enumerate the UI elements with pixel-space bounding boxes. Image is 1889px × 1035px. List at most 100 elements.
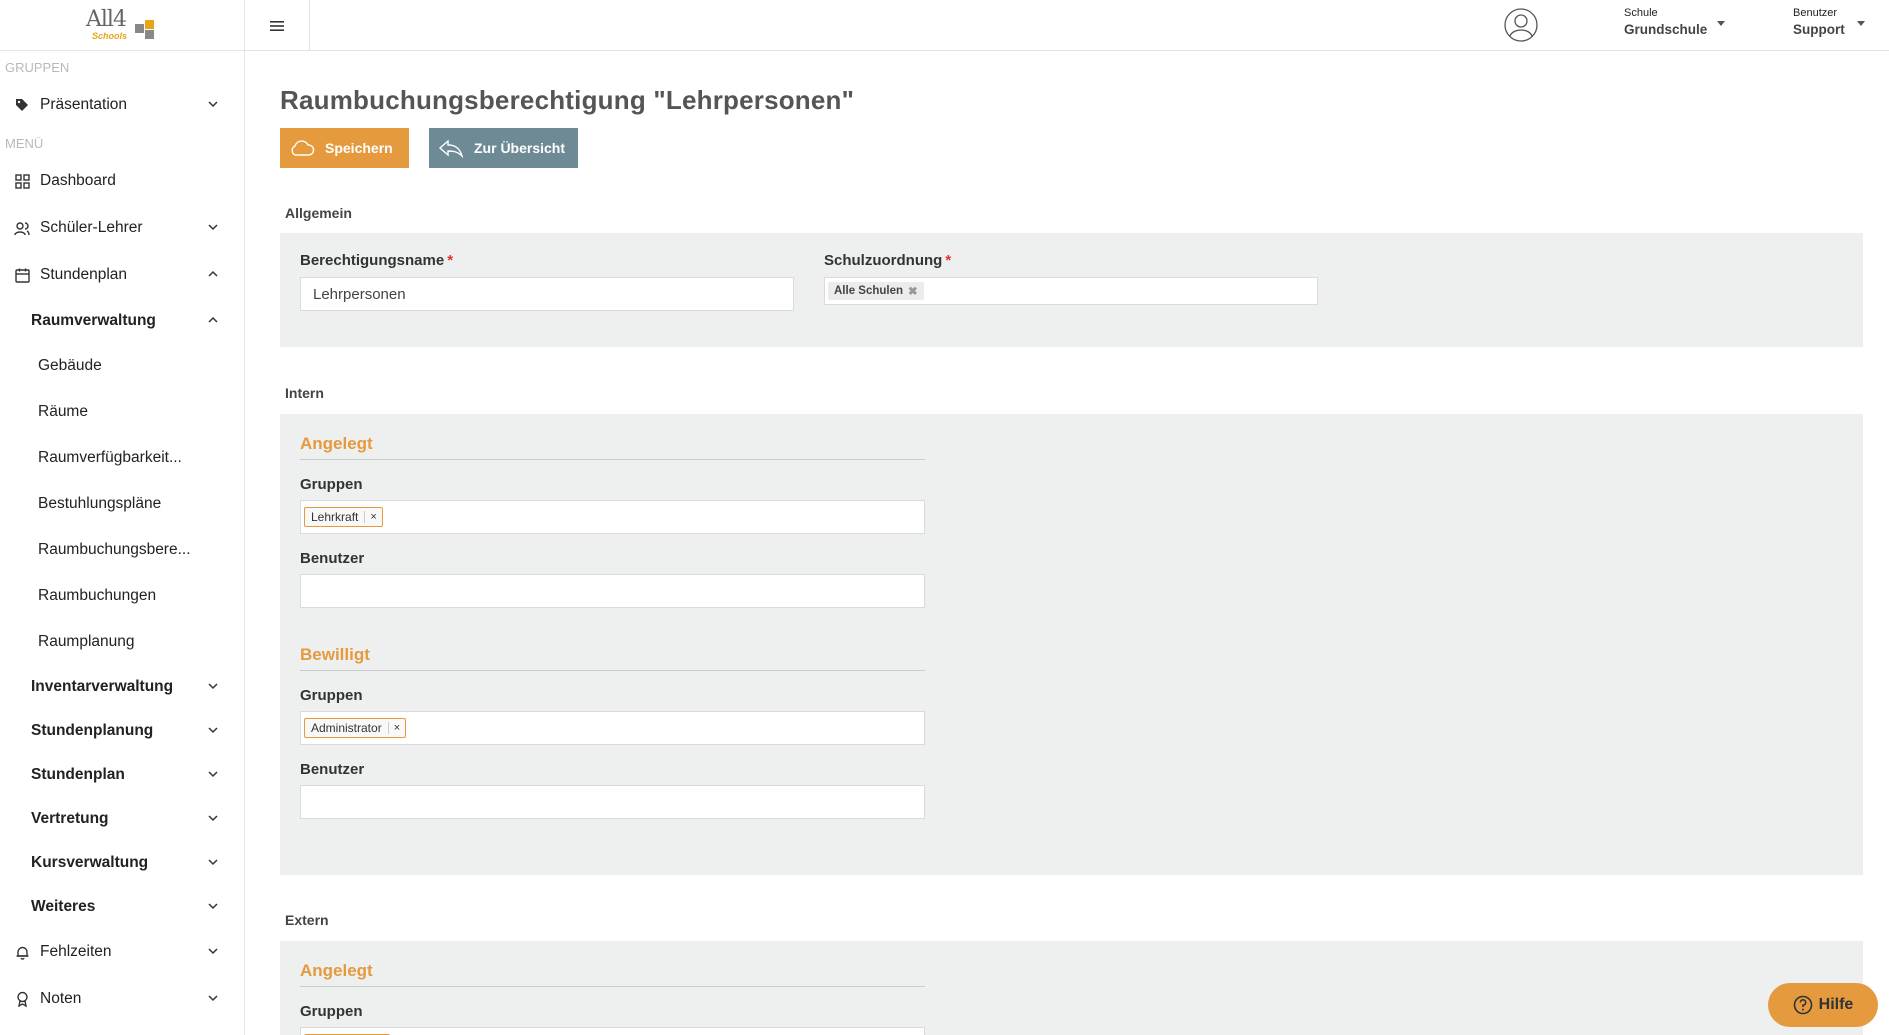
user-selector[interactable]: Benutzer Support [1793,7,1845,37]
intern-approved-groups-label: Gruppen [300,687,363,704]
sidebar-item-label: Stundenplan [40,266,128,283]
group-tag-label: Lehrkraft [311,510,359,524]
sidebar-item-label: Präsentation [40,96,128,113]
chevron-down-icon [208,948,218,955]
sidebar-item-raumverwaltung[interactable]: Raumverwaltung [0,301,245,341]
sidebar-item-vertretung[interactable]: Vertretung [0,799,245,839]
permission-name-input[interactable]: Lehrpersonen [300,277,794,311]
help-button-label: Hilfe [1818,996,1854,1013]
caret-down-icon[interactable] [1717,21,1725,26]
remove-tag-icon[interactable]: × [364,511,381,523]
sidebar-item-weiteres[interactable]: Weiteres [0,887,245,927]
intern-panel: Angelegt Gruppen Lehrkraft × Benutzer Be… [280,414,1863,875]
logo[interactable]: All4 Schools [82,5,162,45]
groups-section-label: GRUPPEN [5,60,70,75]
school-tag: Alle Schulen ✖ [828,282,924,300]
question-circle-icon [1793,995,1812,1015]
school-tag-label: Alle Schulen [834,285,904,297]
chevron-down-icon [208,771,218,778]
intern-created-users-label: Benutzer [300,550,365,567]
sidebar-item-inventarverwaltung[interactable]: Inventarverwaltung [0,667,245,707]
sidebar-item-dashboard[interactable]: Dashboard [0,161,245,201]
group-tag: Administrator × [304,718,407,738]
sidebar-item-presentation[interactable]: Präsentation [0,85,245,125]
sidebar-item-label: Inventarverwaltung [31,678,174,695]
chevron-up-icon [208,270,218,277]
section-label-intern: Intern [285,385,324,401]
help-button[interactable]: Hilfe [1768,983,1878,1027]
chevron-down-icon [208,859,218,866]
extern-created-groups-select[interactable] [300,1027,925,1035]
intern-approved-users-select[interactable] [300,785,925,819]
required-mark: * [945,252,952,269]
grid-icon [14,173,30,189]
logo-area[interactable]: All4 Schools [0,0,244,51]
remove-tag-icon[interactable]: × [387,722,405,734]
sidebar-item-label: Bestuhlungspläne [38,495,162,512]
overview-button[interactable]: Zur Übersicht [429,128,578,168]
sidebar-item-raeume[interactable]: Räume [0,392,245,432]
section-label-allgemein: Allgemein [285,205,352,221]
permission-name-value: Lehrpersonen [313,285,406,303]
sidebar-item-raumbuchungen[interactable]: Raumbuchungen [0,576,245,616]
sidebar-item-label: Raumverwaltung [31,312,156,329]
sidebar: All4 Schools GRUPPEN Präsentation MENÜ D… [0,0,245,1035]
chevron-down-icon [208,815,218,822]
extern-panel: Angelegt Gruppen [280,941,1863,1035]
calendar-icon [14,267,30,283]
sidebar-item-gebaeude[interactable]: Gebäude [0,346,245,386]
intern-approved-groups-select[interactable]: Administrator × [300,711,925,745]
sidebar-item-label: Stundenplanung [31,722,154,739]
hamburger-icon [270,20,284,31]
remove-tag-icon[interactable]: ✖ [908,284,918,298]
sidebar-item-stundenplanung[interactable]: Stundenplanung [0,711,245,751]
extern-created-groups-label: Gruppen [300,1003,363,1020]
sidebar-item-bestuhlungsplaene[interactable]: Bestuhlungspläne [0,484,245,524]
intern-created-users-select[interactable] [300,574,925,608]
general-panel: Berechtigungsname * Lehrpersonen Schulzuo… [280,233,1863,347]
logo-subtext: Schools [92,31,128,41]
chevron-down-icon [208,903,218,910]
page-title: Raumbuchungsberechtigung "Lehrpersonen" [280,85,855,115]
sidebar-item-label: Räume [38,403,88,420]
chevron-down-icon [208,727,218,734]
user-avatar-icon[interactable] [1504,8,1538,42]
caret-down-icon[interactable] [1857,21,1865,26]
sidebar-item-stundenplan-sub[interactable]: Stundenplan [0,755,245,795]
sidebar-item-noten[interactable]: Noten [0,979,245,1019]
sidebar-item-raumbuchungsberechtigungen[interactable]: Raumbuchungsbere... [0,530,245,570]
sidebar-item-raumverfuegbarkeit[interactable]: Raumverfügbarkeit... [0,438,245,478]
sidebar-item-label: Weiteres [31,898,96,915]
save-button[interactable]: Speichern [280,128,409,168]
school-assignment-label-text: Schulzuordnung [824,252,943,269]
sidebar-item-label: Raumbuchungsbere... [38,541,191,558]
reply-arrow-icon [438,139,464,158]
sidebar-item-fehlzeiten[interactable]: Fehlzeiten [0,932,245,972]
intern-approved-users-label: Benutzer [300,761,365,778]
sidebar-item-stundenplan[interactable]: Stundenplan [0,255,245,295]
menu-toggle-button[interactable] [245,0,310,51]
school-assignment-label: Schulzuordnung * [824,252,951,269]
sidebar-item-label: Noten [40,990,82,1007]
school-selector-value: Grundschule [1624,22,1708,37]
cloud-icon [291,140,315,156]
group-tag-label: Administrator [311,721,382,735]
extern-created-heading: Angelegt [300,961,925,987]
sidebar-item-schueler-lehrer[interactable]: Schüler-Lehrer [0,208,245,248]
sidebar-item-kursverwaltung[interactable]: Kursverwaltung [0,843,245,883]
school-selector-label: Schule [1624,7,1658,19]
menu-section-label: MENÜ [5,136,44,151]
sidebar-item-label: Stundenplan [31,766,125,783]
intern-created-heading: Angelegt [300,434,925,460]
sidebar-item-label: Vertretung [31,810,109,827]
school-selector[interactable]: Schule Grundschule [1624,7,1707,37]
intern-approved-heading: Bewilligt [300,645,925,671]
overview-button-label: Zur Übersicht [474,140,566,156]
sidebar-item-raumplanung[interactable]: Raumplanung [0,622,245,662]
sidebar-item-label: Raumbuchungen [38,587,157,604]
school-assignment-select[interactable]: Alle Schulen ✖ [824,277,1318,305]
group-tag: Lehrkraft × [304,507,383,527]
chevron-up-icon [208,316,218,323]
chevron-down-icon [208,101,218,108]
intern-created-groups-select[interactable]: Lehrkraft × [300,500,925,534]
